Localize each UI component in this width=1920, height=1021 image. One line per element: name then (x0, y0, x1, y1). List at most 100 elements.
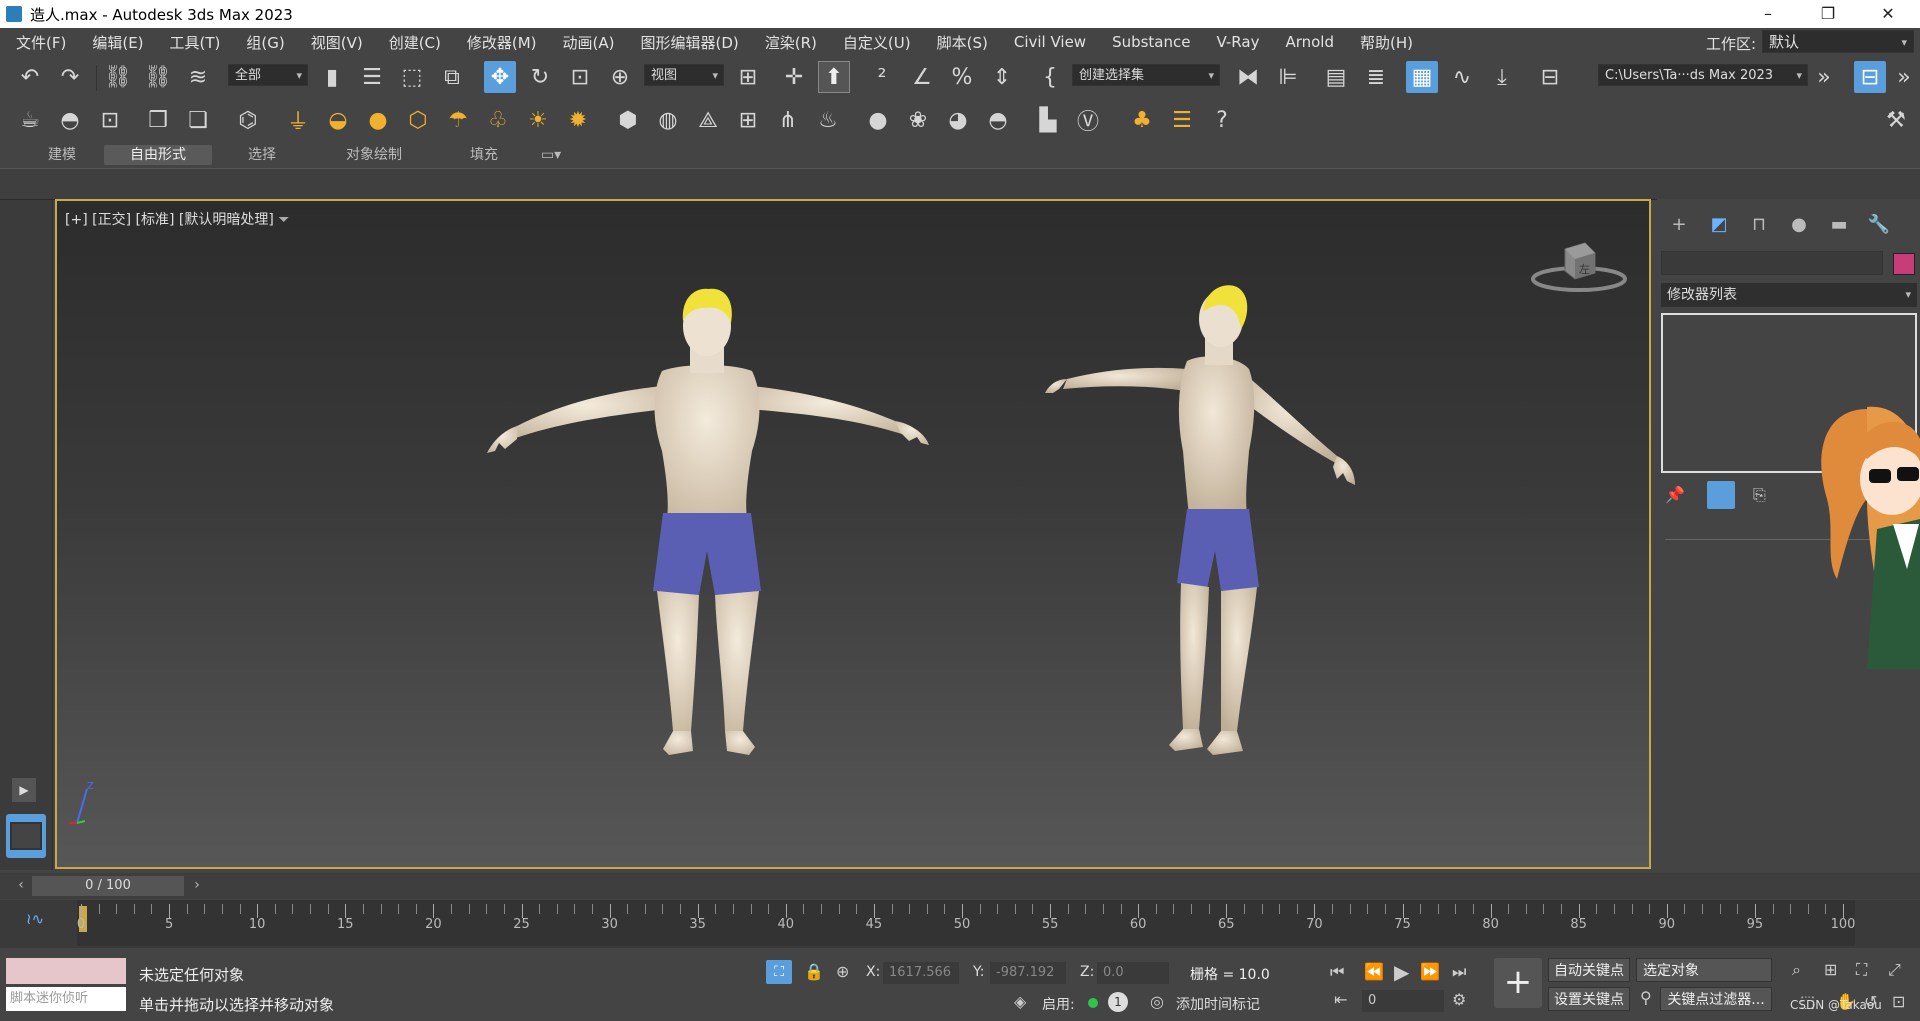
select-by-name-icon[interactable]: ☰ (356, 61, 388, 93)
vray-sphere-light-icon[interactable]: ● (362, 104, 394, 136)
maxscript-output[interactable] (6, 958, 126, 984)
vray-material-converter-icon[interactable]: ◕ (942, 104, 974, 136)
tab-modeling[interactable]: 建模 (24, 145, 100, 165)
minimize-button[interactable]: – (1745, 0, 1791, 28)
key-filters-button[interactable]: 关键点过滤器... (1660, 987, 1772, 1011)
time-tag-icon[interactable]: ◎ (1150, 992, 1164, 1011)
next-key-icon[interactable]: ⏩ (1420, 962, 1440, 981)
vray-proxy-icon[interactable]: ⬢ (612, 104, 644, 136)
rect-selection-icon[interactable]: ⬚ (396, 61, 428, 93)
menu-file[interactable]: 文件(F) (0, 32, 79, 53)
tab-populate[interactable]: 填充 (446, 145, 522, 165)
percent-snap-icon[interactable]: % (946, 61, 978, 93)
menu-customize[interactable]: 自定义(U) (830, 32, 924, 53)
isolate-selection-icon[interactable]: ⛶ (766, 960, 792, 984)
prev-key-icon[interactable]: ⏪ (1364, 962, 1384, 981)
modifier-list-dropdown[interactable]: 修改器列表 (1661, 283, 1917, 307)
modify-tab-icon[interactable]: ◩ (1703, 211, 1735, 239)
vray-clipper-icon[interactable]: ⊞ (732, 104, 764, 136)
filter-icon[interactable]: ⏷ (278, 212, 289, 228)
timeline-ruler[interactable]: 0 5 10 15 20 25 30 35 40 45 50 55 60 65 70 75 80 85 90 95 10… (77, 900, 1855, 946)
link-icon[interactable]: ⛓ (102, 61, 134, 93)
menu-vray[interactable]: V-Ray (1203, 33, 1272, 51)
save-icon[interactable]: ⊟ (1854, 61, 1886, 93)
prev-frame-icon[interactable]: ‹ (12, 877, 30, 895)
time-slider-handle[interactable]: 0 / 100 (32, 876, 184, 896)
mini-curve-editor-icon[interactable]: ≀∿ (26, 910, 44, 928)
vray-fur-icon[interactable]: ⋔ (772, 104, 804, 136)
layer-explorer-icon[interactable]: ≣ (1360, 61, 1392, 93)
close-button[interactable]: ✕ (1865, 0, 1911, 28)
render-iterative-icon[interactable]: ❏ (182, 104, 214, 136)
toggle-ribbon-icon[interactable]: ▦ (1406, 61, 1438, 93)
vray-toolbar-list-icon[interactable]: ☰ (1166, 104, 1198, 136)
render-frame-icon[interactable]: ◓ (54, 104, 86, 136)
vray-material-library-icon[interactable]: ❀ (902, 104, 934, 136)
hierarchy-tab-icon[interactable]: ⊓ (1743, 211, 1775, 239)
select-manipulate-icon[interactable]: ✛ (778, 61, 810, 93)
menu-arnold[interactable]: Arnold (1272, 33, 1347, 51)
human-model-side[interactable] (1037, 251, 1497, 771)
edit-named-selection-icon[interactable]: { (1034, 61, 1066, 93)
menu-group[interactable]: 组(G) (233, 32, 297, 53)
more-tools-icon[interactable]: » (1808, 61, 1840, 93)
vray-frame-buffer-icon[interactable]: ▙ (1032, 104, 1064, 136)
pin-stack-icon[interactable]: 📌 (1665, 485, 1685, 504)
select-object-icon[interactable]: ▮ (316, 61, 348, 93)
menu-edit[interactable]: 编辑(E) (79, 32, 156, 53)
viewport-front[interactable]: [+] [正交] [标准] [默认明暗处理] ⏷ 左 Z (55, 199, 1651, 869)
info-icon[interactable]: 1 (1108, 992, 1128, 1012)
viewport-label[interactable]: [+] [正交] [标准] [默认明暗处理] ⏷ (65, 209, 289, 229)
menu-tools[interactable]: 工具(T) (157, 32, 234, 53)
menu-graph-editors[interactable]: 图形编辑器(D) (628, 32, 752, 53)
tab-object-paint[interactable]: 对象绘制 (326, 145, 422, 165)
zoom-icon[interactable]: ⌕ (1792, 960, 1801, 980)
vray-logo-icon[interactable]: Ⓥ (1072, 104, 1104, 136)
time-config-icon[interactable]: ⚙ (1452, 990, 1466, 1009)
x-coordinate-field[interactable]: 1617.566 (883, 962, 959, 984)
vray-sun-icon[interactable]: ☀ (522, 104, 554, 136)
menu-rendering[interactable]: 渲染(R) (752, 32, 830, 53)
spinner-snap-icon[interactable]: ⇕ (986, 61, 1018, 93)
reference-coordinate-dropdown[interactable]: 视图 (644, 64, 724, 87)
pivot-center-icon[interactable]: ⊞ (732, 61, 764, 93)
mirror-icon[interactable]: ⧓ (1232, 61, 1264, 93)
vray-ies-light-icon[interactable]: ☂ (442, 104, 474, 136)
bind-spacewarp-icon[interactable]: ≋ (182, 61, 214, 93)
current-frame-field[interactable]: 0 (1362, 990, 1444, 1012)
menu-modifiers[interactable]: 修改器(M) (454, 32, 550, 53)
select-move-icon[interactable]: ✥ (484, 61, 516, 93)
undo-icon[interactable]: ↶ (14, 61, 46, 93)
select-rotate-icon[interactable]: ↻ (524, 61, 556, 93)
viewcube[interactable]: 左 (1529, 241, 1629, 301)
menu-civil-view[interactable]: Civil View (1001, 33, 1099, 51)
set-key-button[interactable]: 设置关键点 (1548, 987, 1630, 1011)
window-crossing-icon[interactable]: ⧉ (436, 61, 468, 93)
expand-layout-icon[interactable]: ▶ (12, 778, 36, 802)
zoom-extents-all-icon[interactable]: ⤢ (1888, 960, 1901, 980)
display-tab-icon[interactable]: ▬ (1823, 211, 1855, 239)
show-end-result-icon[interactable] (1707, 481, 1735, 509)
maxscript-input[interactable]: 脚本迷你侦听 (6, 987, 126, 1011)
ribbon-options-icon[interactable]: ▭▾ (536, 145, 566, 165)
tab-freeform[interactable]: 自由形式 (104, 145, 212, 165)
named-selection-dropdown[interactable]: 创建选择集 (1072, 64, 1220, 87)
zoom-extents-icon[interactable]: ⛶ (1856, 960, 1867, 980)
project-folder-dropdown[interactable]: C:\Users\Ta···ds Max 2023 (1598, 64, 1808, 87)
vray-volume-icon[interactable]: ♨ (812, 104, 844, 136)
unlink-icon[interactable]: ⛓ (142, 61, 174, 93)
redo-icon[interactable]: ↷ (54, 61, 86, 93)
time-slider[interactable]: ‹ 0 / 100 › (0, 873, 1920, 899)
z-coordinate-field[interactable]: 0.0 (1097, 962, 1169, 984)
vray-light-plane-icon[interactable]: ⏚ (282, 104, 314, 136)
tools-icon[interactable]: ⚒ (1880, 104, 1912, 136)
vray-mesh-light-icon[interactable]: ⬡ (402, 104, 434, 136)
chaos-scatter-icon[interactable]: ♣ (1126, 104, 1158, 136)
snaps-toggle-icon[interactable]: ² (866, 61, 898, 93)
select-place-icon[interactable]: ⊕ (604, 61, 636, 93)
workspace-dropdown[interactable]: 默认 (1762, 30, 1914, 54)
help-icon[interactable]: ? (1206, 104, 1238, 136)
add-time-tag[interactable]: 添加时间标记 (1176, 994, 1260, 1014)
angle-snap-icon[interactable]: ∠ (906, 61, 938, 93)
vray-dome-light-icon[interactable]: ◒ (322, 104, 354, 136)
